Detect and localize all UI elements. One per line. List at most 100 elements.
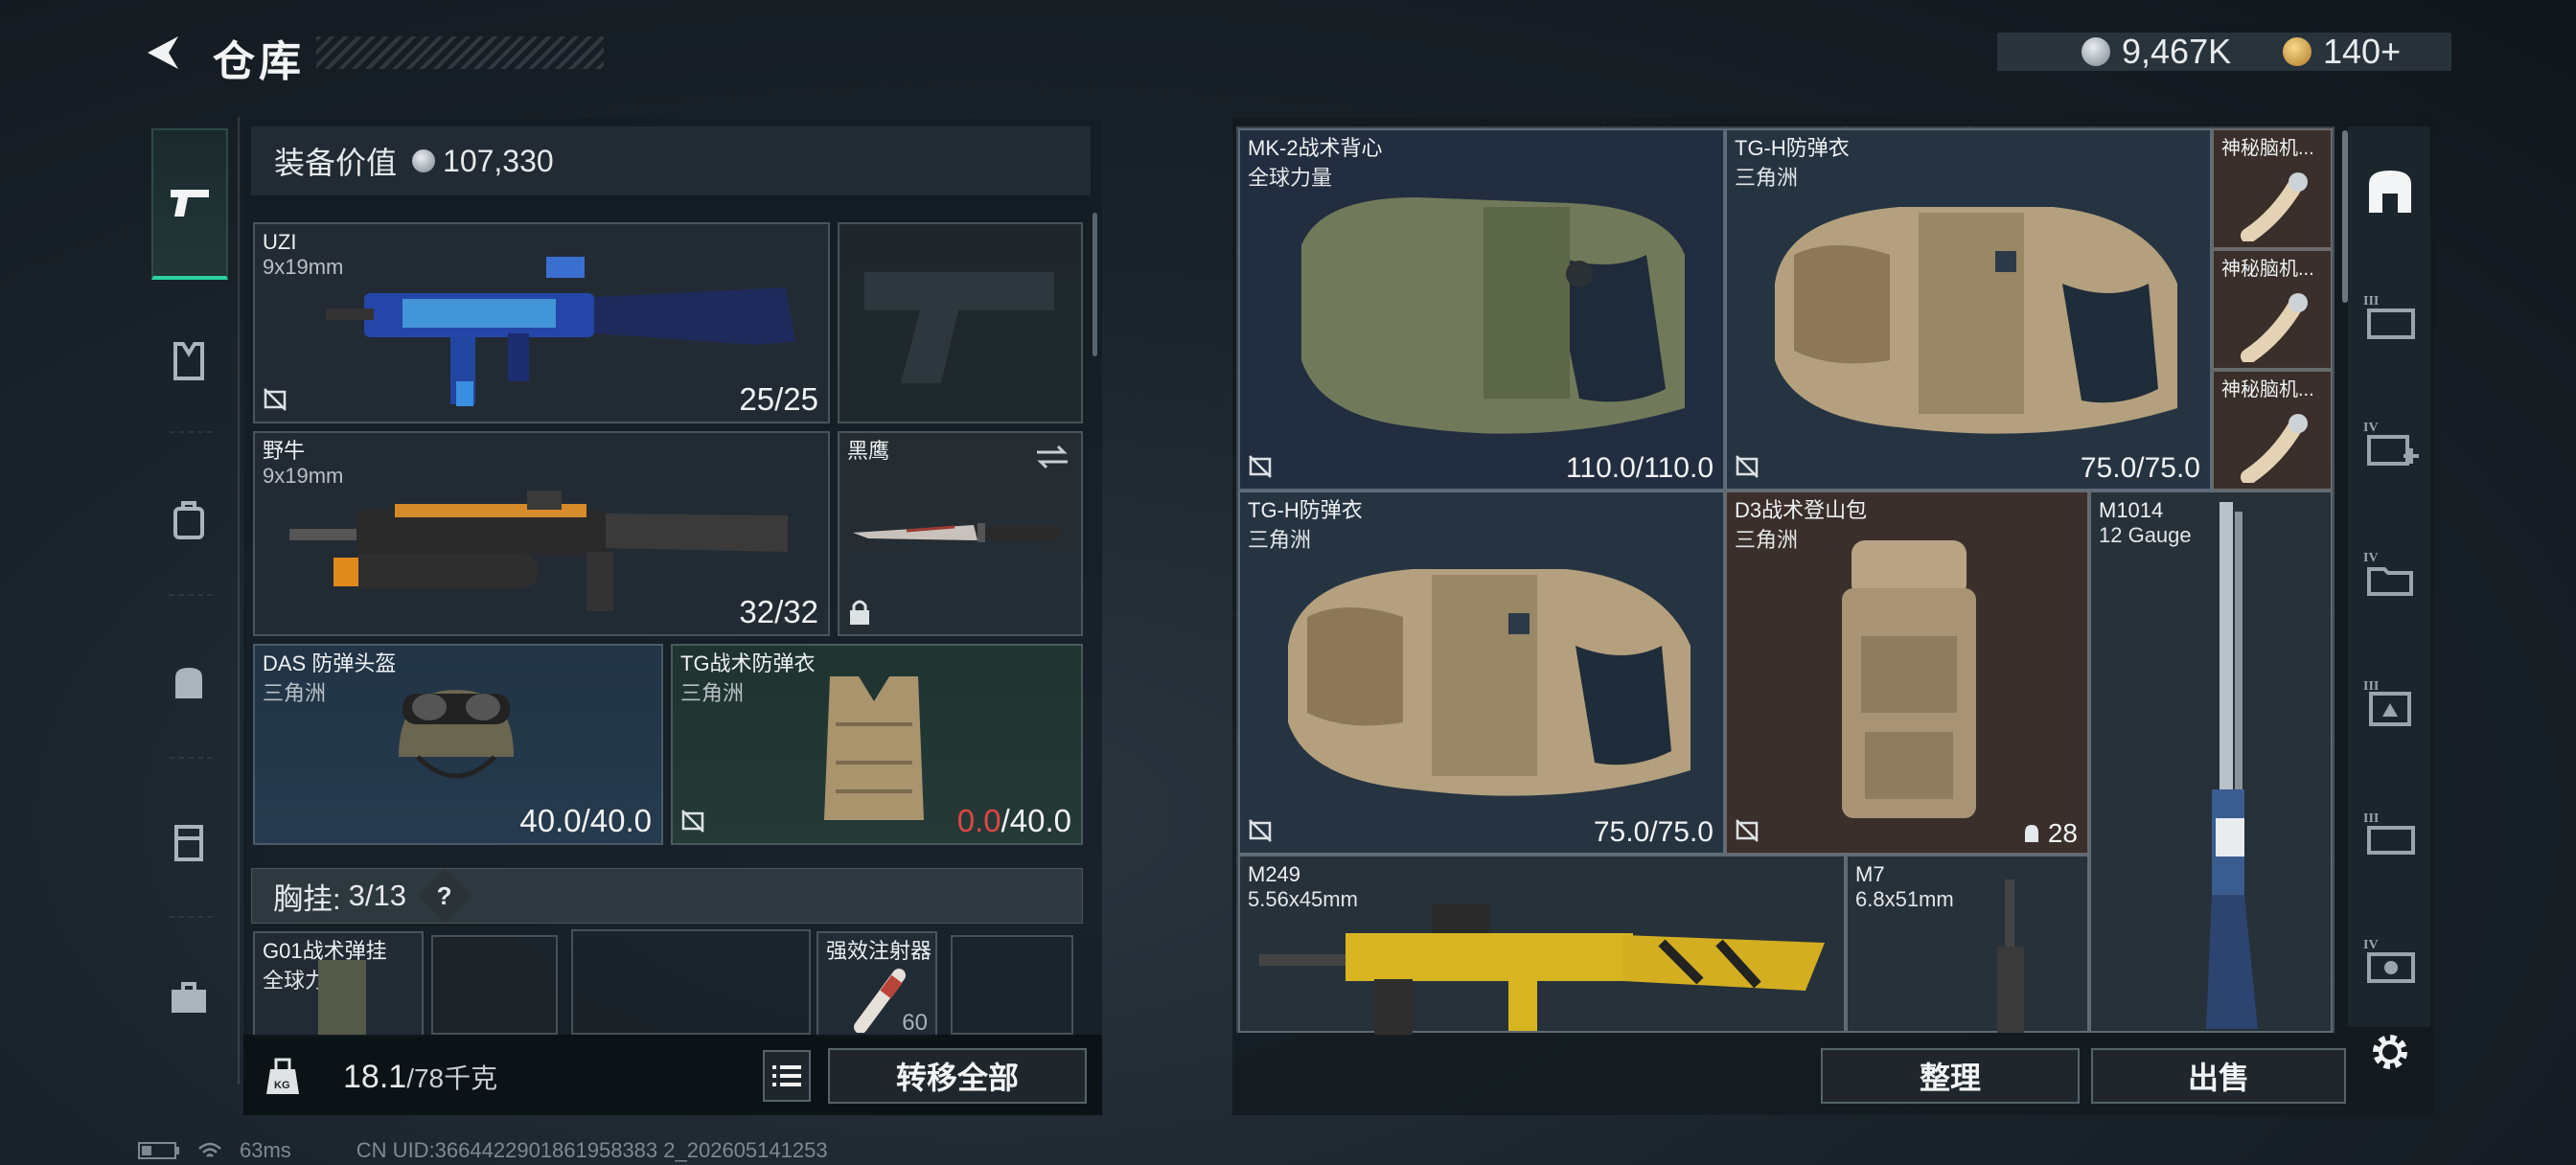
- svg-text:IV: IV: [2363, 421, 2379, 435]
- sort-button[interactable]: 整理: [1821, 1048, 2080, 1104]
- stash-tab-3b[interactable]: III: [2359, 671, 2421, 732]
- rig-empty-slot[interactable]: [571, 929, 811, 1035]
- capacity-icon: [2024, 825, 2038, 842]
- nav-tab-case[interactable]: [153, 805, 224, 876]
- nav-tab-armor[interactable]: [153, 326, 224, 397]
- silver-currency[interactable]: 9,467K: [2082, 32, 2231, 71]
- no-sell-icon: [1249, 455, 1272, 478]
- stash-item[interactable]: M7 6.8x51mm: [1846, 855, 2089, 1033]
- armor-vest-image: [824, 676, 924, 820]
- svg-text:IV: IV: [2363, 938, 2379, 952]
- stash-item[interactable]: 神秘脑机...: [2212, 249, 2333, 370]
- no-sell-icon: [1249, 819, 1272, 842]
- rig-item-slot[interactable]: 强效注射器 60: [816, 931, 937, 1037]
- rig-image: [318, 960, 366, 1037]
- settings-button[interactable]: [2359, 1021, 2421, 1083]
- stash-item[interactable]: 神秘脑机...: [2212, 370, 2333, 491]
- body-armor-image: [1775, 207, 2177, 434]
- armor-icon: [173, 342, 204, 380]
- stash-tab-icon: III: [2363, 294, 2415, 339]
- wifi-icon: [198, 1142, 221, 1157]
- page-title: 仓库: [213, 38, 305, 85]
- svg-text:III: III: [2363, 679, 2379, 694]
- stash-tab-4c[interactable]: IV: [2359, 929, 2421, 991]
- nav-tab-bag[interactable]: [153, 646, 224, 717]
- title-decoration: [316, 36, 604, 69]
- tactical-vest-image: [1301, 197, 1685, 434]
- stash-tab-icon: III: [2363, 811, 2415, 855]
- stash-tab-main[interactable]: [2359, 161, 2421, 222]
- nav-tab-weapons[interactable]: [151, 128, 228, 280]
- rig-item-slot[interactable]: G01战术弹挂 全球力量: [253, 931, 424, 1037]
- stash-item[interactable]: M249 5.56x45mm: [1238, 855, 1846, 1035]
- svg-text:KG: KG: [274, 1080, 290, 1091]
- case-icon: [174, 825, 203, 861]
- shotgun-image: [2206, 502, 2258, 1029]
- list-icon: [772, 1065, 801, 1086]
- primary-weapon-slot[interactable]: UZI 9x19mm 25/25: [253, 222, 830, 423]
- lock-icon: [850, 600, 869, 625]
- stash-item[interactable]: MK-2战术背心 全球力量 110.0/110.0: [1238, 128, 1725, 491]
- nav-tab-backpack[interactable]: [153, 485, 224, 556]
- pistol-placeholder-icon: [864, 272, 1054, 383]
- silver-coin-icon: [412, 149, 436, 172]
- no-sell-icon: [681, 810, 704, 833]
- list-view-button[interactable]: [763, 1050, 811, 1102]
- helmet-slot[interactable]: DAS 防弹头盔 三角洲 40.0/40.0: [253, 644, 663, 845]
- pistol-slot-empty[interactable]: [838, 222, 1083, 423]
- stash-tab-icon: IV: [2363, 421, 2419, 466]
- svg-text:III: III: [2363, 811, 2379, 826]
- rifle-image: [1997, 879, 2024, 1033]
- brain-chip-image: [2241, 293, 2308, 362]
- toolbox-icon: [172, 982, 206, 1013]
- backpack-image: [1842, 540, 1976, 818]
- armor-slot[interactable]: TG战术防弹衣 三角洲 0.0/40.0: [671, 644, 1083, 845]
- knife-image: [853, 523, 1060, 542]
- stash-item[interactable]: 神秘脑机...: [2212, 128, 2333, 249]
- gold-coin-icon: [2283, 37, 2312, 66]
- rig-empty-slot[interactable]: [431, 935, 558, 1035]
- sell-button[interactable]: 出售: [2091, 1048, 2346, 1104]
- settings-icon: [2373, 1035, 2407, 1069]
- stash-tab-3[interactable]: III: [2359, 286, 2421, 347]
- equipment-value: 装备价值 107,330: [251, 126, 1091, 195]
- transfer-all-button[interactable]: 转移全部: [828, 1048, 1087, 1104]
- stash-item[interactable]: TG-H防弹衣 三角洲 75.0/75.0: [1238, 491, 1725, 855]
- gold-currency[interactable]: 140+: [2283, 32, 2401, 71]
- silver-coin-icon: [2082, 37, 2110, 66]
- body-armor-image: [1288, 569, 1690, 796]
- stash-item[interactable]: TG-H防弹衣 三角洲 75.0/75.0: [1725, 128, 2212, 491]
- loadout-scrollbar[interactable]: [1092, 213, 1097, 356]
- pistol-icon: [171, 190, 209, 217]
- help-button[interactable]: ?: [417, 868, 472, 924]
- stash-item[interactable]: M1014 12 Gauge: [2089, 491, 2333, 1033]
- status-bar: 63ms CN UID:3664422901861958383 2_202605…: [138, 1138, 828, 1163]
- secondary-weapon-slot[interactable]: 野牛 9x19mm 32/32: [253, 431, 830, 636]
- melee-slot[interactable]: 黑鹰: [838, 431, 1083, 636]
- weight-display: 18.1/78千克: [343, 1059, 498, 1095]
- backpack-icon: [173, 501, 204, 539]
- helmet-image: [399, 690, 514, 779]
- uzi-weapon-image: [326, 257, 795, 406]
- brain-chip-image: [2241, 414, 2308, 483]
- stash-main-icon: [2369, 171, 2411, 213]
- stash-tab-4b[interactable]: IV: [2359, 542, 2421, 604]
- rig-empty-slot[interactable]: [951, 935, 1073, 1035]
- no-sell-icon: [1736, 455, 1759, 478]
- brain-chip-image: [2241, 172, 2308, 241]
- machine-gun-image: [1259, 904, 1825, 1035]
- back-arrow-icon[interactable]: [140, 31, 184, 75]
- stash-tab-4[interactable]: IV: [2359, 412, 2421, 473]
- stash-item[interactable]: D3战术登山包 三角洲 28: [1725, 491, 2089, 855]
- stash-tab-icon: IV: [2363, 551, 2413, 596]
- battery-icon: [138, 1142, 179, 1159]
- no-sell-icon: [1736, 819, 1759, 842]
- bag-icon: [175, 668, 202, 698]
- svg-text:IV: IV: [2363, 551, 2379, 565]
- stash-tab-icon: III: [2363, 679, 2411, 726]
- nav-tab-toolbox[interactable]: [153, 962, 224, 1033]
- swap-icon[interactable]: [1033, 443, 1071, 471]
- stash-tab-icon: IV: [2363, 938, 2415, 983]
- stash-tab-3c[interactable]: III: [2359, 803, 2421, 864]
- chest-rig-header: 胸挂: 3 /13 ?: [251, 868, 1083, 924]
